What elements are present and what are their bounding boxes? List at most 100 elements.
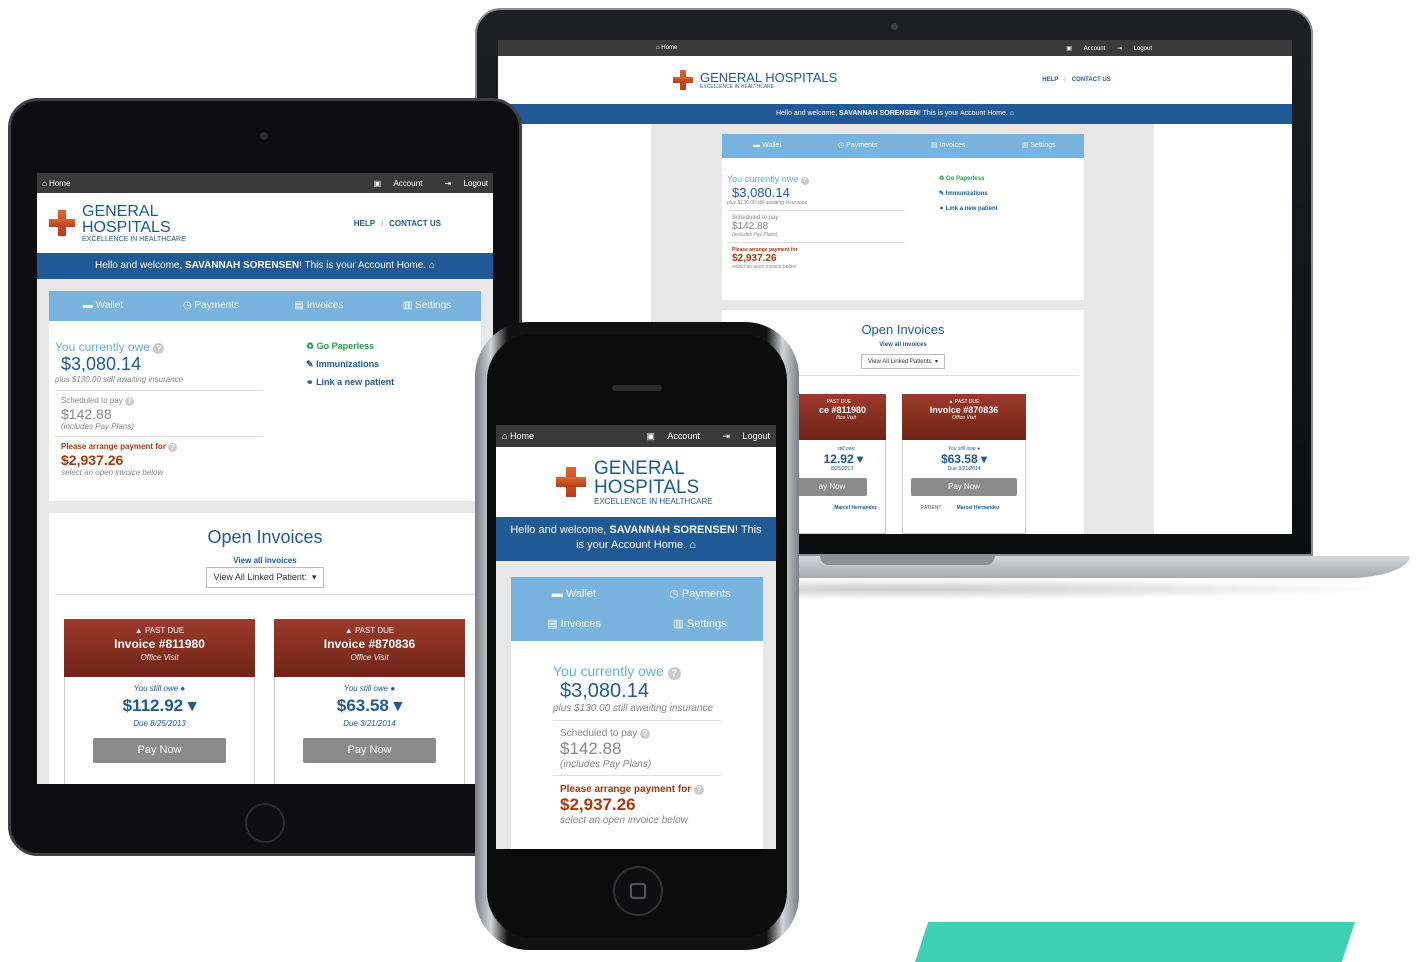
question-icon[interactable]: ? bbox=[640, 729, 651, 739]
nav-payments-label: Payments bbox=[846, 142, 878, 149]
logo-line2: HOSPITALS bbox=[82, 218, 171, 236]
account-link[interactable]: ▣ Account bbox=[1066, 46, 1105, 52]
nav-wallet[interactable]: ▬ Wallet bbox=[511, 577, 637, 607]
home-link[interactable]: ⌂ Home bbox=[656, 45, 677, 51]
logout-link[interactable]: ⇥ Logout bbox=[1117, 46, 1152, 52]
nav-payments[interactable]: ◷ Payments bbox=[637, 577, 763, 607]
invoice-number: Invoice #870836 bbox=[929, 405, 999, 415]
account-link[interactable]: ▣ Account bbox=[364, 179, 423, 188]
question-icon[interactable]: ? bbox=[125, 397, 135, 406]
welcome-pre: Hello and welcome, bbox=[775, 110, 838, 117]
help-link[interactable]: HELP bbox=[1042, 77, 1058, 83]
logout-link[interactable]: ⇥ Logout bbox=[712, 431, 770, 441]
arrange-label-row: Please arrange payment for ? bbox=[61, 442, 257, 452]
patient-filter-select[interactable]: View All Linked Patients ▾ bbox=[861, 354, 945, 369]
nav-wallet[interactable]: ▬ Wallet bbox=[49, 291, 157, 321]
open-invoices-card: Open Invoices View all invoices View All… bbox=[49, 513, 481, 784]
home-label: Home bbox=[509, 431, 534, 441]
account-label: Account bbox=[393, 178, 423, 188]
invoice-body-2: You still owe ● $63.58 ▾ Due 3/21/2014 P… bbox=[274, 677, 465, 784]
patient-name[interactable]: Marcel Hernandez bbox=[957, 505, 1000, 511]
invoices-icon: ▤ bbox=[931, 142, 938, 149]
question-icon[interactable]: ? bbox=[800, 177, 809, 185]
home-link[interactable]: ⌂ Home bbox=[502, 431, 534, 441]
info-icon[interactable]: ● bbox=[390, 684, 395, 693]
invoice-amount-row: $112.92 ▾ bbox=[65, 696, 254, 716]
pay-now-button[interactable]: Pay Now bbox=[911, 478, 1017, 496]
pay-now-button[interactable]: Pay Now bbox=[303, 738, 436, 763]
caret-down-icon[interactable]: ▾ bbox=[981, 452, 987, 466]
logo[interactable]: GENERAL HOSPITALS EXCELLENCE IN HEALTHCA… bbox=[82, 203, 186, 243]
invoice-header-2: ▲ PAST DUE Invoice #870836 Office Visit bbox=[274, 619, 465, 677]
help-link[interactable]: HELP bbox=[354, 219, 375, 228]
caret-down-icon[interactable]: ▾ bbox=[188, 696, 197, 715]
nav-wallet-label: Wallet bbox=[762, 142, 782, 149]
paperless-link[interactable]: ♻ Go Paperless bbox=[939, 172, 998, 187]
paperless-label: Go Paperless bbox=[946, 176, 985, 182]
nav-settings[interactable]: ▥ Settings bbox=[637, 609, 763, 639]
immunizations-link[interactable]: ✎ Immunizations bbox=[306, 355, 394, 373]
question-icon[interactable]: ? bbox=[168, 443, 178, 452]
paperless-link[interactable]: ♻ Go Paperless bbox=[306, 337, 394, 355]
link-patient-link[interactable]: ⚭ Link a new patient bbox=[939, 202, 998, 217]
phone-speaker bbox=[612, 385, 662, 391]
nav-invoices[interactable]: ▤ Invoices bbox=[903, 134, 994, 158]
invoice-amount-row: $63.58 ▾ bbox=[903, 452, 1025, 466]
nav-invoices[interactable]: ▤ Invoices bbox=[511, 609, 637, 639]
caret-down-icon[interactable]: ▾ bbox=[394, 696, 403, 715]
logo-line2: HOSPITALS bbox=[594, 476, 700, 498]
home-icon: ⌂ bbox=[428, 260, 436, 271]
invoice-due: Due 8/25/2013 bbox=[133, 719, 186, 728]
patient-filter-select[interactable]: View All Linked Patient: ▾ bbox=[205, 567, 325, 588]
invoice-number: Invoice #811980 bbox=[114, 637, 205, 651]
nav-payments[interactable]: ◷ Payments bbox=[157, 291, 265, 321]
account-link[interactable]: ▣ Account bbox=[636, 431, 700, 441]
nav-settings[interactable]: ▥ Settings bbox=[373, 291, 481, 321]
immunizations-label: Immunizations bbox=[316, 359, 380, 369]
nav-wallet[interactable]: ▬ Wallet bbox=[722, 134, 813, 158]
question-icon[interactable]: ? bbox=[667, 667, 681, 680]
logout-icon: ⇥ bbox=[722, 430, 730, 441]
home-label: Home bbox=[661, 45, 678, 51]
immunizations-link[interactable]: ✎ Immunizations bbox=[939, 187, 998, 202]
contact-link[interactable]: CONTACT US bbox=[389, 219, 441, 228]
logo[interactable]: GENERAL HOSPITALS EXCELLENCE IN HEALTHCA… bbox=[594, 459, 713, 506]
pay-now-button[interactable]: Pay Now bbox=[93, 738, 226, 763]
arrange-label: Please arrange payment for bbox=[61, 442, 166, 451]
info-icon[interactable]: ● bbox=[180, 684, 185, 693]
invoice-amount: $63.58 bbox=[940, 452, 978, 466]
invoice-amount: $63.58 bbox=[336, 696, 389, 715]
contact-link[interactable]: CONTACT US bbox=[1072, 77, 1111, 83]
link-patient-link[interactable]: ⚭ Link a new patient bbox=[306, 373, 394, 391]
owe-label-row: You currently owe ? bbox=[727, 174, 905, 185]
top-nav-right: ▣ Account ⇥ Logout bbox=[1056, 45, 1152, 52]
question-icon[interactable]: ? bbox=[693, 785, 704, 795]
nav-invoices[interactable]: ▤ Invoices bbox=[265, 291, 373, 321]
pay-now-button[interactable]: ay Now bbox=[797, 478, 867, 496]
logo[interactable]: GENERAL HOSPITALS EXCELLENCE IN HEALTHCA… bbox=[700, 71, 837, 90]
invoice-body-1: still owe 12.92 ▾ 8/25/2013 ay Now Marce… bbox=[792, 440, 886, 534]
nav-settings[interactable]: ▥ Settings bbox=[994, 134, 1085, 158]
tablet-home-button[interactable] bbox=[245, 803, 285, 843]
balance-card: You currently owe ? $3,080.14 plus $130.… bbox=[722, 158, 1084, 300]
accent-bar bbox=[915, 922, 1355, 962]
nav-payments[interactable]: ◷ Payments bbox=[813, 134, 904, 158]
view-all-invoices-link[interactable]: View all invoices bbox=[49, 556, 481, 565]
open-invoices-title: Open Invoices bbox=[207, 527, 323, 547]
invoice-type: Office Visit bbox=[350, 653, 389, 662]
invoice-card-2: ▲ PAST DUE Invoice #870836 Office Visit … bbox=[902, 394, 1026, 534]
wallet-icon: ▬ bbox=[551, 588, 563, 600]
question-icon[interactable]: ? bbox=[153, 343, 165, 354]
owe-label-row: You currently owe ? bbox=[553, 663, 721, 680]
owe-label: You currently owe bbox=[553, 663, 664, 679]
welcome-pre: Hello and welcome, bbox=[94, 260, 183, 271]
caret-down-icon[interactable]: ▾ bbox=[857, 452, 863, 466]
patient-name[interactable]: Marcel Hernandez bbox=[793, 505, 885, 511]
logo-title: GENERAL HOSPITALS bbox=[700, 69, 838, 85]
invoice-card-2: ▲ PAST DUE Invoice #870836 Office Visit … bbox=[274, 619, 465, 784]
home-link[interactable]: ⌂ Home bbox=[42, 179, 70, 188]
home-button-icon bbox=[630, 883, 646, 899]
arrange-note: select an open invoice below bbox=[560, 815, 688, 826]
welcome-banner: Hello and welcome, SAVANNAH SORENSEN! Th… bbox=[37, 253, 493, 279]
logout-link[interactable]: ⇥ Logout bbox=[435, 179, 488, 188]
